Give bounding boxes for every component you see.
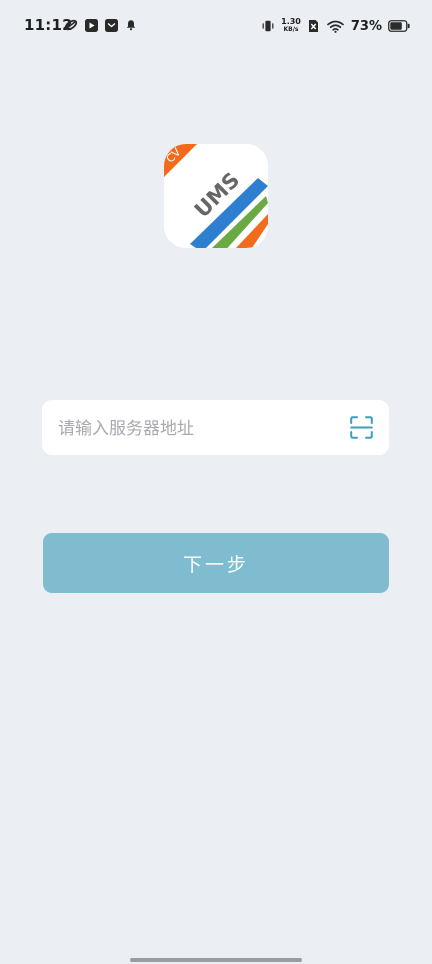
- system-status: 1.30 KB/s 73%: [261, 14, 410, 38]
- next-button[interactable]: 下一步: [43, 533, 389, 593]
- status-bar: 11:12 1.30 KB/s 73%: [0, 0, 432, 52]
- network-speed-unit: KB/s: [283, 26, 299, 33]
- mail-app-icon: [104, 18, 118, 32]
- app-logo: CV UMS: [164, 144, 268, 248]
- video-app-icon: [84, 18, 98, 32]
- network-speed-value: 1.30: [281, 17, 301, 26]
- server-address-input[interactable]: [56, 400, 340, 457]
- no-sim-icon: [307, 19, 321, 33]
- home-indicator[interactable]: [130, 958, 302, 962]
- bell-icon: [124, 18, 138, 32]
- link-icon: [64, 18, 78, 32]
- battery-icon: [388, 19, 410, 33]
- network-speed: 1.30 KB/s: [281, 18, 301, 34]
- battery-percent: 73%: [350, 18, 382, 34]
- wifi-icon: [327, 19, 345, 33]
- vibrate-icon: [261, 19, 275, 33]
- scan-qr-icon[interactable]: [350, 416, 373, 439]
- notification-icons: [64, 18, 138, 32]
- server-address-field: [42, 400, 389, 457]
